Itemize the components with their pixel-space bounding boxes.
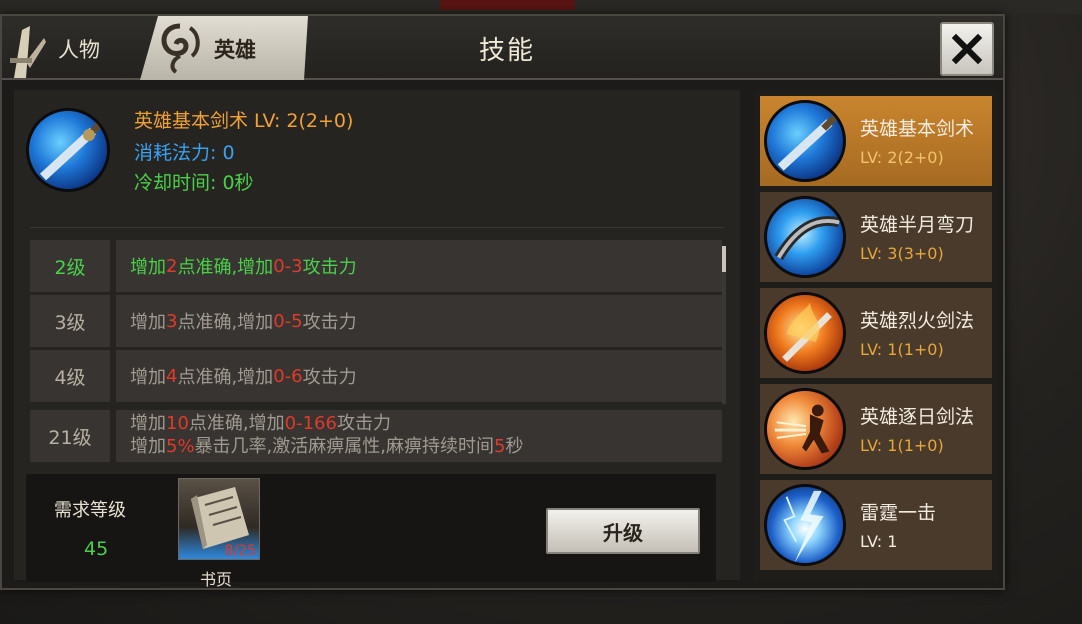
skill-cooldown: 冷却时间: 0秒 — [134, 172, 254, 194]
level-cell: 2级 — [30, 240, 110, 292]
skill-list-item[interactable]: 英雄烈火剑法 LV: 1(1+0) — [760, 288, 992, 378]
level-row: 2级 增加 2 点准确,增加 0-3 攻击力 — [30, 240, 722, 292]
title-bar: 人物 英雄 技能 — [2, 16, 1003, 80]
skill-list-level: LV: 2(2+0) — [860, 148, 944, 167]
skill-list-item[interactable]: 英雄半月弯刀 LV: 3(3+0) — [760, 192, 992, 282]
divider — [30, 227, 724, 228]
tab-character-label: 人物 — [58, 38, 100, 62]
skill-list-item[interactable]: 英雄基本剑术 LV: 2(2+0) — [760, 96, 992, 186]
sword-icon — [8, 22, 48, 85]
max-level-row: 21级 增加10点准确,增加0-166攻击力 增加5%暴击几率,激活麻痹属性,麻… — [30, 410, 722, 462]
skill-list-level: LV: 1(1+0) — [860, 436, 944, 455]
level-description: 增加 2 点准确,增加 0-3 攻击力 — [116, 240, 722, 292]
level-scrollbar[interactable] — [722, 246, 726, 404]
level-cell: 4级 — [30, 350, 110, 402]
book-page-count: 8/25 — [224, 543, 256, 559]
required-level-value: 45 — [84, 538, 109, 560]
level-description: 增加 3 点准确,增加 0-5 攻击力 — [116, 295, 722, 347]
close-icon — [951, 33, 983, 65]
skill-window: 人物 英雄 技能 英雄基本剑术 LV: 2(2+0) 消耗法力: 0 冷却时间:… — [0, 14, 1005, 590]
book-page-item[interactable]: 8/25 — [178, 478, 260, 560]
close-button[interactable] — [940, 22, 994, 76]
skill-name-level: 英雄基本剑术 LV: 2(2+0) — [134, 110, 354, 132]
tab-character[interactable]: 人物 — [2, 16, 152, 80]
level-cell: 3级 — [30, 295, 110, 347]
level-row: 4级 增加 4 点准确,增加 0-6 攻击力 — [30, 350, 722, 402]
skill-detail-panel: 英雄基本剑术 LV: 2(2+0) 消耗法力: 0 冷却时间: 0秒 2级 增加… — [14, 90, 740, 589]
upgrade-requirement-box: 需求等级 45 8/25 书页 升级 — [26, 474, 716, 589]
skill-list-level: LV: 3(3+0) — [860, 244, 944, 263]
skill-list-level: LV: 1(1+0) — [860, 340, 944, 359]
blue-sword-skill-icon — [764, 100, 846, 182]
background-strip — [0, 0, 1082, 14]
thunder-strike-skill-icon — [764, 484, 846, 566]
skill-list-item[interactable]: 雷霆一击 LV: 1 — [760, 480, 992, 570]
skill-header: 英雄基本剑术 LV: 2(2+0) 消耗法力: 0 冷却时间: 0秒 — [24, 104, 724, 208]
upgrade-button[interactable]: 升级 — [546, 508, 700, 554]
skill-list-name: 英雄半月弯刀 — [860, 214, 975, 236]
required-level-label: 需求等级 — [54, 500, 126, 521]
skill-list-level: LV: 1 — [860, 532, 898, 551]
window-title: 技能 — [478, 36, 535, 66]
scrollbar-thumb[interactable] — [722, 246, 726, 272]
background-hp-bar — [440, 0, 575, 10]
skill-mana-cost: 消耗法力: 0 — [134, 142, 235, 164]
level-cell: 21级 — [30, 410, 110, 462]
level-description: 增加10点准确,增加0-166攻击力 增加5%暴击几率,激活麻痹属性,麻痹持续时… — [116, 410, 722, 462]
level-row: 3级 增加 3 点准确,增加 0-5 攻击力 — [30, 295, 722, 347]
blue-sword-skill-icon — [26, 108, 110, 192]
skill-list-panel: 英雄基本剑术 LV: 2(2+0) 英雄半月弯刀 LV: 3(3+0) 英雄烈火… — [754, 90, 998, 580]
tab-hero-label: 英雄 — [214, 38, 256, 62]
level-description: 增加 4 点准确,增加 0-6 攻击力 — [116, 350, 722, 402]
book-page-label: 书页 — [200, 570, 233, 589]
sun-chase-sword-skill-icon — [764, 388, 846, 470]
skill-list-name: 雷霆一击 — [860, 502, 937, 524]
skill-list-name: 英雄基本剑术 — [860, 118, 975, 140]
fire-sword-skill-icon — [764, 292, 846, 374]
skill-list-item[interactable]: 英雄逐日剑法 LV: 1(1+0) — [760, 384, 992, 474]
tab-hero[interactable]: 英雄 — [140, 16, 308, 80]
skill-list-name: 英雄烈火剑法 — [860, 310, 975, 332]
skill-list-name: 英雄逐日剑法 — [860, 406, 975, 428]
crescent-blade-skill-icon — [764, 196, 846, 278]
swirl-emblem-icon — [154, 20, 206, 81]
